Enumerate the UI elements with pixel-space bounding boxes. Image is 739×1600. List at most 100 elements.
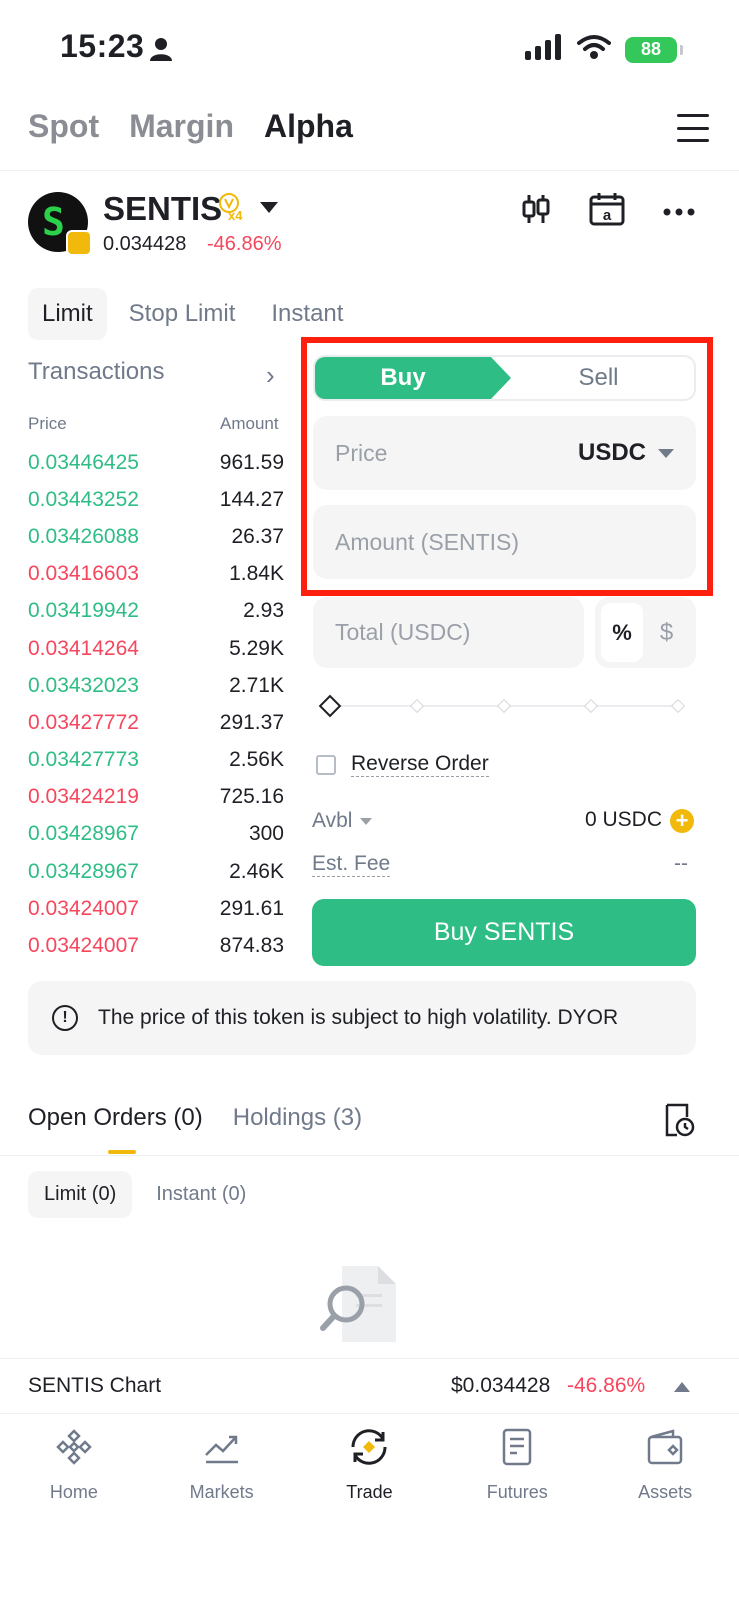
transaction-amount: 144.27 (219, 487, 284, 511)
slider-step-100[interactable] (670, 698, 686, 714)
total-placeholder: Total (USDC) (335, 619, 471, 645)
transaction-price: 0.03428967 (28, 859, 139, 883)
transaction-row: 0.03432023 2.71K (28, 667, 284, 704)
chevron-right-icon[interactable]: › (266, 360, 275, 391)
calendar-icon[interactable]: a (589, 192, 625, 231)
transaction-amount: 2.56K (229, 748, 284, 772)
slider-step-75[interactable] (583, 698, 599, 714)
header-actions: a (521, 192, 695, 231)
transaction-amount: 961.59 (219, 450, 284, 474)
buy-button[interactable]: Buy SENTIS (312, 899, 696, 966)
nav-assets-label: Assets (638, 1482, 693, 1502)
market-type-tabs: Spot Margin Alpha (28, 108, 353, 145)
nav-trade[interactable]: Trade (309, 1427, 429, 1600)
chart-strip-change: -46.86% (567, 1374, 646, 1397)
transactions-title[interactable]: Transactions (28, 358, 165, 386)
add-funds-icon[interactable]: + (670, 809, 694, 833)
reverse-order-label[interactable]: Reverse Order (351, 752, 489, 777)
cellular-signal-icon (525, 34, 563, 65)
battery-indicator: 88 (625, 36, 683, 63)
transaction-price: 0.03428967 (28, 822, 139, 846)
tab-instant-orders[interactable]: Instant (0) (140, 1171, 262, 1218)
transaction-amount: 2.46K (229, 859, 284, 883)
transaction-price: 0.03427772 (28, 710, 139, 734)
transaction-row: 0.03446425 961.59 (28, 444, 284, 481)
candlestick-chart-icon[interactable] (521, 193, 551, 230)
transaction-row: 0.03419942 2.93 (28, 593, 284, 630)
highlight-box (301, 337, 713, 596)
nav-markets[interactable]: Markets (162, 1427, 282, 1600)
transaction-amount: 2.93 (243, 599, 284, 623)
token-dropdown-icon[interactable] (260, 202, 278, 213)
bnb-badge-icon (66, 230, 92, 256)
transaction-row: 0.03427772 291.37 (28, 704, 284, 741)
tab-spot[interactable]: Spot (28, 108, 99, 145)
nav-home[interactable]: Home (14, 1427, 134, 1600)
est-fee-label[interactable]: Est. Fee (312, 852, 391, 877)
tab-margin[interactable]: Margin (129, 108, 234, 145)
nav-futures[interactable]: Futures (457, 1427, 577, 1600)
order-type-tabs: Limit Stop Limit Instant (28, 288, 357, 340)
transaction-row: 0.03424219 725.16 (28, 779, 284, 816)
reverse-order-checkbox[interactable] (316, 755, 336, 775)
transaction-row: 0.03428967 300 (28, 816, 284, 853)
divider (0, 170, 739, 171)
transaction-row: 0.03414264 5.29K (28, 630, 284, 667)
transaction-row: 0.03443252 144.27 (28, 481, 284, 518)
more-options-icon[interactable] (663, 203, 695, 221)
transactions-list: 0.03446425 961.59 0.03443252 144.27 0.034260… (28, 444, 284, 965)
transaction-amount: 874.83 (219, 934, 284, 958)
transaction-amount: 26.37 (231, 524, 284, 548)
transaction-price: 0.03424007 (28, 896, 139, 920)
wifi-icon (577, 34, 611, 65)
svg-text:a: a (603, 207, 612, 224)
tab-limit[interactable]: Limit (28, 288, 107, 340)
tab-limit-orders[interactable]: Limit (0) (28, 1171, 133, 1218)
expand-chart-icon[interactable] (674, 1382, 690, 1392)
slider-step-25[interactable] (409, 698, 425, 714)
total-input[interactable]: Total (USDC) (313, 597, 584, 668)
token-change: -46.86% (207, 233, 282, 255)
nav-assets[interactable]: Assets (605, 1427, 725, 1600)
transaction-amount: 300 (248, 822, 284, 846)
transaction-row: 0.03427773 2.56K (28, 742, 284, 779)
transaction-price: 0.03432023 (28, 673, 139, 697)
tab-stop-limit[interactable]: Stop Limit (115, 288, 250, 340)
price-column-header: Price (28, 414, 67, 433)
tab-alpha[interactable]: Alpha (264, 108, 353, 145)
multiplier-badge-icon: x4 (218, 192, 244, 223)
transaction-price: 0.03414264 (28, 636, 139, 660)
est-fee-value: -- (674, 852, 688, 875)
transaction-amount: 1.84K (229, 562, 284, 586)
tab-holdings[interactable]: Holdings (3) (233, 1104, 362, 1132)
trade-icon (347, 1427, 391, 1472)
percent-mode-button[interactable]: % (601, 603, 643, 662)
tab-instant[interactable]: Instant (257, 288, 357, 340)
available-balance-label[interactable]: Avbl (312, 809, 373, 833)
nav-markets-label: Markets (189, 1482, 254, 1502)
slider-handle[interactable] (318, 694, 342, 718)
chart-strip-title[interactable]: SENTIS Chart (28, 1374, 161, 1398)
token-price: 0.034428 (103, 233, 187, 255)
info-icon: ! (52, 1005, 78, 1031)
transaction-price: 0.03416603 (28, 562, 139, 586)
transaction-amount: 5.29K (229, 636, 284, 660)
futures-icon (497, 1427, 537, 1472)
transaction-row: 0.03416603 1.84K (28, 556, 284, 593)
transaction-row: 0.03424007 874.83 (28, 927, 284, 964)
tab-open-orders[interactable]: Open Orders (0) (28, 1104, 203, 1132)
available-balance-value: 0 USDC (585, 808, 663, 831)
order-history-icon[interactable] (663, 1103, 695, 1142)
nav-futures-label: Futures (486, 1482, 548, 1502)
slider-step-50[interactable] (496, 698, 512, 714)
person-icon (148, 36, 174, 67)
orders-tabs: Open Orders (0) Holdings (3) (28, 1104, 362, 1132)
transaction-amount: 291.37 (219, 710, 284, 734)
amount-slider[interactable] (318, 694, 686, 718)
token-name[interactable]: SENTIS (103, 190, 222, 228)
dollar-mode-button[interactable]: $ (643, 619, 690, 647)
menu-icon[interactable] (677, 114, 709, 142)
transaction-amount: 2.71K (229, 673, 284, 697)
home-icon (54, 1427, 94, 1472)
transaction-price: 0.03446425 (28, 450, 139, 474)
